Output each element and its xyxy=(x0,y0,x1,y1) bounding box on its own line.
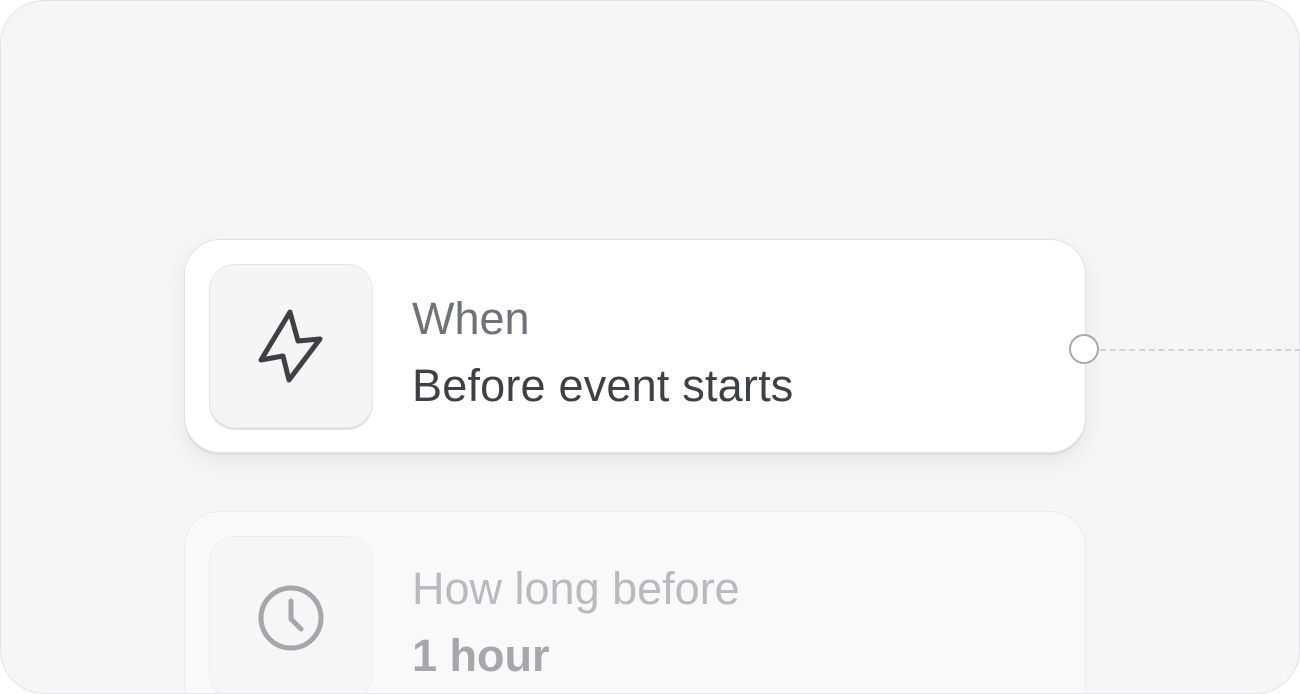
clock-icon xyxy=(258,585,324,651)
lightning-icon xyxy=(258,309,323,383)
trigger-label: When xyxy=(412,293,530,344)
connector-line xyxy=(1100,349,1299,351)
trigger-value: Before event starts xyxy=(412,360,794,411)
trigger-icon-box xyxy=(209,264,373,428)
offset-value: 1 hour xyxy=(412,630,550,681)
trigger-step-card[interactable]: When Before event starts xyxy=(184,239,1086,453)
offset-icon-box xyxy=(209,536,373,693)
workflow-canvas: When Before event starts How long before… xyxy=(0,0,1300,694)
offset-label: How long before xyxy=(412,563,740,614)
connector-handle[interactable] xyxy=(1069,334,1099,364)
offset-step-card[interactable]: How long before 1 hour xyxy=(184,511,1086,693)
